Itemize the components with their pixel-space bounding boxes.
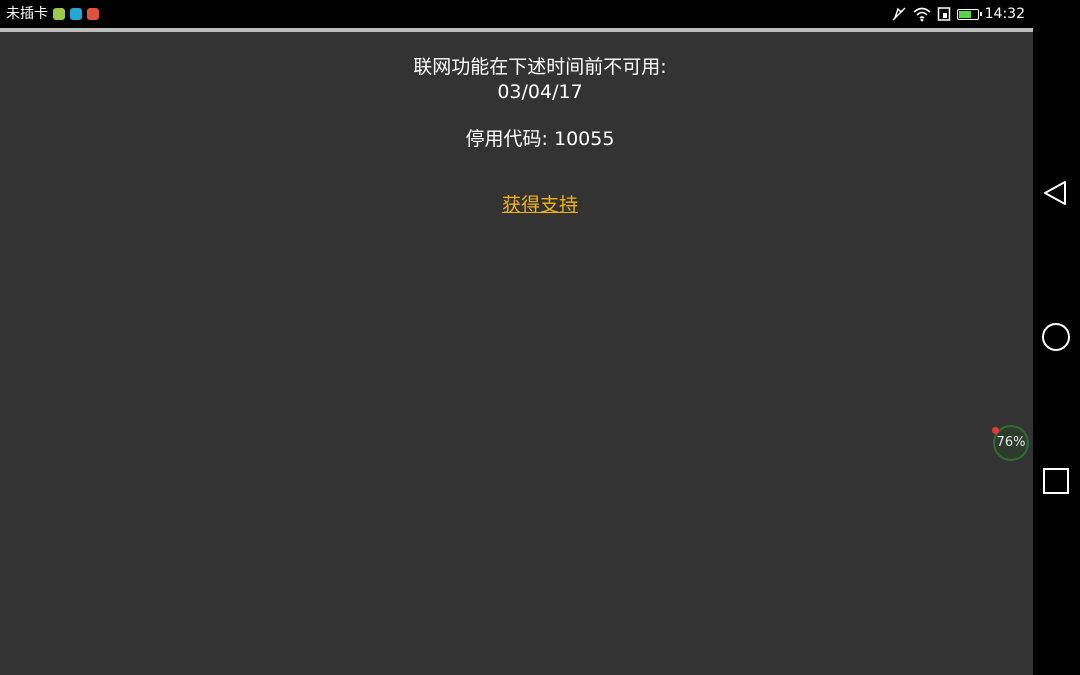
clock: 14:32	[984, 6, 1025, 22]
back-icon[interactable]	[1041, 178, 1071, 208]
app-notification-icon	[87, 8, 99, 20]
disable-code: 停用代码: 10055	[465, 128, 615, 150]
battery-icon	[956, 8, 982, 20]
app-notification-icon	[70, 8, 82, 20]
notification-dot	[992, 427, 999, 434]
carrier-label: 未插卡	[6, 6, 48, 22]
app-notification-icon	[53, 8, 65, 20]
status-left: 未插卡	[6, 5, 99, 23]
get-support-link[interactable]: 获得支持	[502, 193, 578, 218]
notice-date: 03/04/17	[497, 81, 583, 103]
navigation-bar	[1033, 0, 1080, 675]
status-bar: 未插卡 14:32	[0, 0, 1033, 28]
home-icon[interactable]	[1041, 322, 1071, 352]
notice-line: 联网功能在下述时间前不可用:	[413, 56, 667, 78]
recents-icon[interactable]	[1041, 466, 1071, 496]
mute-icon	[892, 7, 906, 21]
wifi-icon	[913, 7, 931, 22]
screen: 未插卡 14:32 联网功能在下述时间前不可用: 03/04/17 停用代码: …	[0, 0, 1080, 675]
sim-icon	[937, 7, 950, 21]
network-notice: 联网功能在下述时间前不可用: 03/04/17 停用代码: 10055 获得支持	[0, 55, 1080, 218]
status-right: 14:32	[891, 5, 1025, 23]
